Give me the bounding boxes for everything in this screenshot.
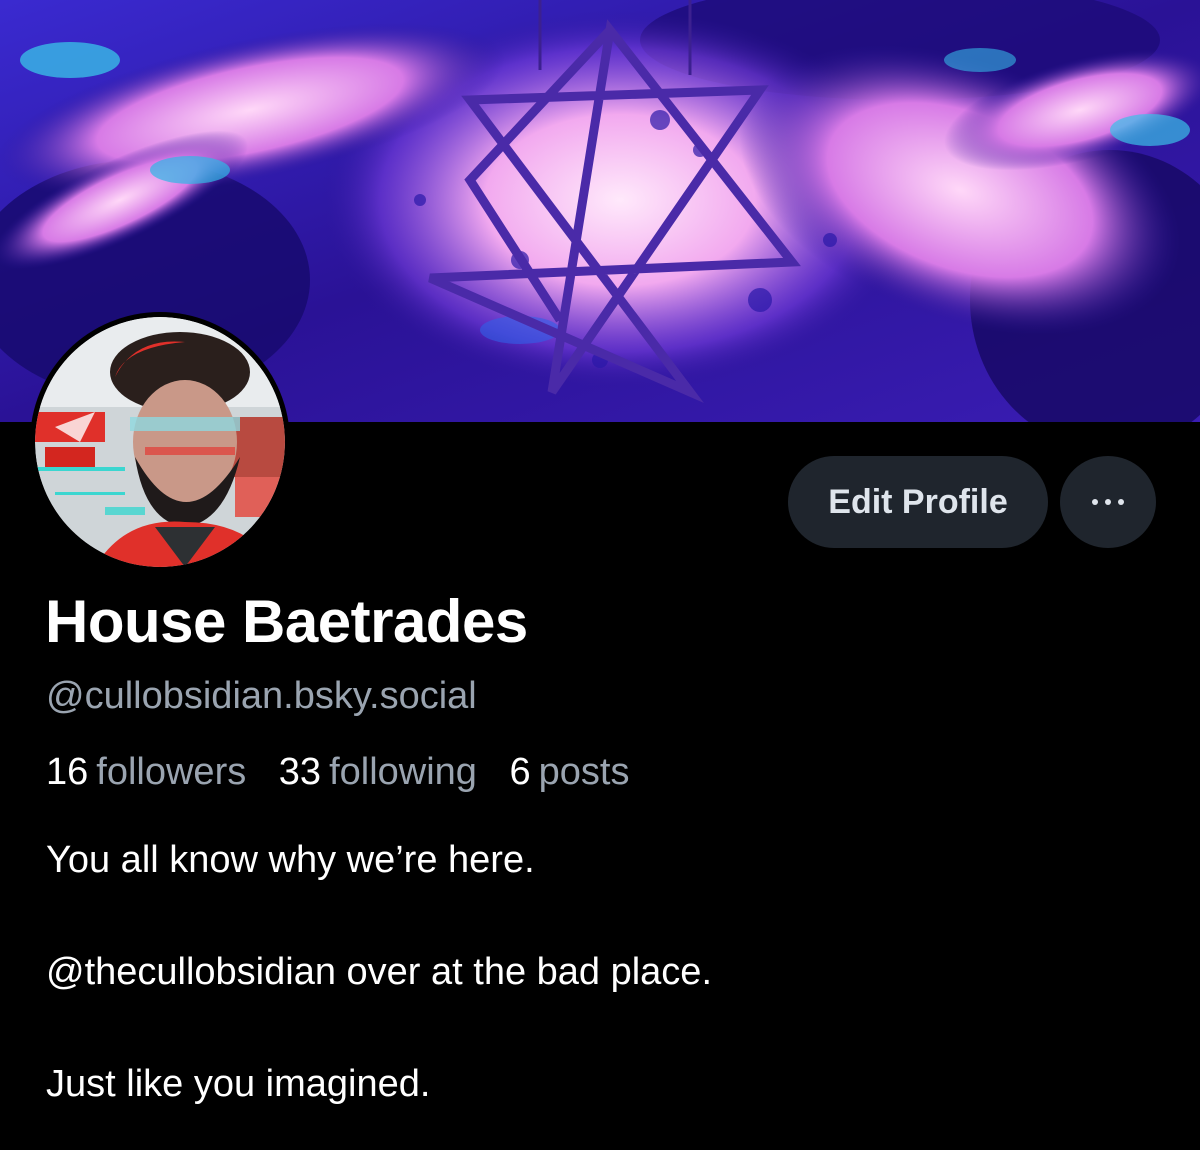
posts-count-link: 6 posts xyxy=(510,748,630,796)
bio-line-2: @thecullobsidian over at the bad place. xyxy=(46,951,713,993)
followers-link[interactable]: 16 followers xyxy=(46,748,246,796)
following-link[interactable]: 33 following xyxy=(279,748,477,796)
following-count: 33 xyxy=(278,751,322,793)
posts-count: 6 xyxy=(509,751,531,793)
profile-stats: 16 followers 33 following 6 posts xyxy=(46,748,651,796)
ellipsis-dot xyxy=(1092,499,1098,505)
ellipsis-icon xyxy=(1092,499,1124,505)
bio-line-1: You all know why we’re here. xyxy=(46,839,535,881)
avatar-image xyxy=(35,317,285,567)
profile-handle: @cullobsidian.bsky.social xyxy=(46,675,477,717)
following-label: following xyxy=(329,751,477,793)
followers-count: 16 xyxy=(46,751,89,793)
followers-label: followers xyxy=(96,751,247,793)
posts-label: posts xyxy=(538,751,630,793)
ellipsis-dot xyxy=(1105,499,1111,505)
display-name: House Baetrades xyxy=(45,588,528,655)
avatar[interactable] xyxy=(30,312,290,572)
edit-profile-button[interactable]: Edit Profile xyxy=(788,456,1048,548)
more-options-button[interactable] xyxy=(1060,456,1156,548)
ellipsis-dot xyxy=(1118,499,1124,505)
bio-line-3: Just like you imagined. xyxy=(46,1063,431,1105)
